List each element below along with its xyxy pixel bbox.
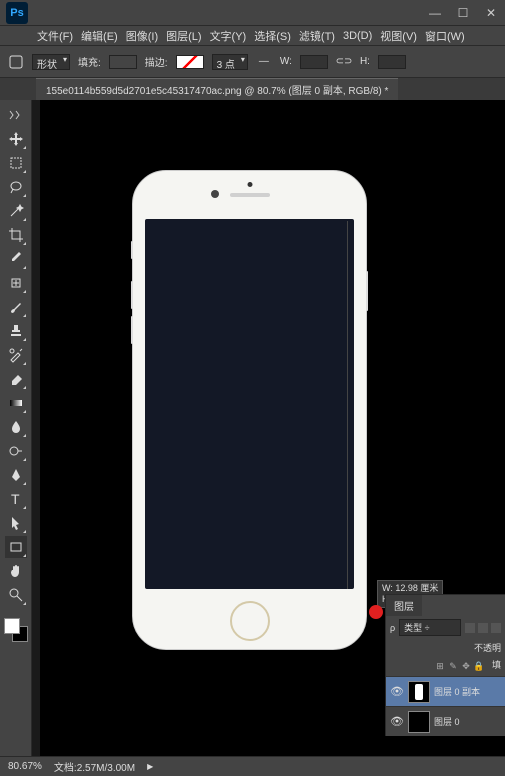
filter-pixel-icon[interactable]	[465, 623, 475, 633]
crop-tool[interactable]	[5, 224, 27, 246]
menu-3d[interactable]: 3D(D)	[340, 28, 375, 44]
phone-home-button	[230, 601, 270, 641]
layer-thumbnail[interactable]	[408, 711, 430, 733]
layer-name[interactable]: 图层 0	[434, 715, 505, 728]
phone-volume-up	[131, 281, 133, 309]
menu-view[interactable]: 视图(V)	[377, 26, 420, 46]
fill-label: 填	[492, 658, 501, 674]
tools-panel: T	[0, 100, 32, 756]
filter-text-icon[interactable]	[491, 623, 501, 633]
phone-volume-down	[131, 316, 133, 344]
stroke-swatch[interactable]	[176, 55, 204, 69]
layers-tab[interactable]: 图层	[386, 595, 422, 616]
window-controls: — ☐ ✕	[421, 4, 505, 22]
lock-all-icon[interactable]: 🔒	[474, 661, 484, 671]
marquee-tool[interactable]	[5, 152, 27, 174]
fill-label: 填充:	[78, 54, 101, 69]
healing-tool[interactable]	[5, 272, 27, 294]
path-selection-tool[interactable]	[5, 512, 27, 534]
height-label: H:	[360, 56, 370, 67]
zoom-level[interactable]: 80.67%	[8, 761, 42, 772]
shape-mode-select[interactable]: 形状	[32, 54, 70, 70]
lock-position-icon[interactable]: ✥	[461, 661, 471, 671]
menu-bar: 文件(F) 编辑(E) 图像(I) 图层(L) 文字(Y) 选择(S) 滤镜(T…	[0, 26, 505, 46]
lock-pixels-icon[interactable]: ✎	[448, 661, 458, 671]
canvas-area[interactable]: W: 12.98 厘米 H: 23.60 厘米 + 图层 ρ 类型 ÷ 不透明	[32, 100, 505, 756]
eraser-tool[interactable]	[5, 368, 27, 390]
phone-power-button	[366, 271, 368, 311]
filter-adjust-icon[interactable]	[478, 623, 488, 633]
blur-tool[interactable]	[5, 416, 27, 438]
height-input[interactable]	[378, 55, 406, 69]
fill-swatch[interactable]	[109, 55, 137, 69]
menu-type[interactable]: 文字(Y)	[207, 26, 250, 46]
layer-thumbnail[interactable]	[408, 681, 430, 703]
layer-row[interactable]: 👁 图层 0 副本	[386, 676, 505, 706]
phone-camera	[211, 190, 219, 198]
tool-preset-icon[interactable]	[8, 54, 24, 70]
zoom-tool[interactable]	[5, 584, 27, 606]
layer-kind-filter[interactable]: 类型 ÷	[399, 619, 461, 636]
foreground-color[interactable]	[4, 618, 20, 634]
phone-sensor	[247, 182, 252, 187]
touch-indicator	[369, 605, 383, 619]
color-swatches[interactable]	[4, 618, 28, 642]
brush-tool[interactable]	[5, 296, 27, 318]
type-tool[interactable]: T	[5, 488, 27, 510]
svg-text:T: T	[11, 491, 20, 507]
history-brush-tool[interactable]	[5, 344, 27, 366]
rectangle-tool[interactable]	[5, 536, 27, 558]
menu-file[interactable]: 文件(F)	[34, 26, 76, 46]
stroke-label: 描边:	[145, 54, 168, 69]
app-logo: Ps	[6, 2, 28, 24]
magic-wand-tool[interactable]	[5, 200, 27, 222]
status-bar: 80.67% 文档:2.57M/3.00M ▶	[0, 756, 505, 776]
options-bar: 形状 填充: 描边: 3 点 — W: ⊂⊃ H:	[0, 46, 505, 78]
stroke-type-icon[interactable]: —	[256, 54, 272, 70]
maximize-button[interactable]: ☐	[449, 4, 477, 22]
lock-transparent-icon[interactable]: ⊞	[435, 661, 445, 671]
width-label: W:	[280, 56, 292, 67]
measure-width: W: 12.98 厘米	[382, 583, 438, 594]
phone-mute-switch	[131, 241, 133, 259]
document-info[interactable]: 文档:2.57M/3.00M	[54, 759, 135, 774]
pen-tool[interactable]	[5, 464, 27, 486]
document-tab-bar: 155e0114b559d5d2701e5c45317470ac.png @ 8…	[0, 78, 505, 100]
layer-row[interactable]: 👁 图层 0	[386, 706, 505, 736]
menu-image[interactable]: 图像(I)	[123, 26, 161, 46]
title-bar: Ps — ☐ ✕	[0, 0, 505, 26]
phone-screen	[145, 219, 354, 589]
menu-window[interactable]: 窗口(W)	[422, 26, 468, 46]
document-tab[interactable]: 155e0114b559d5d2701e5c45317470ac.png @ 8…	[36, 78, 398, 100]
status-more-icon[interactable]: ▶	[147, 762, 153, 771]
layer-name[interactable]: 图层 0 副本	[434, 685, 505, 698]
minimize-button[interactable]: —	[421, 4, 449, 22]
layer-visibility-icon[interactable]: 👁	[386, 685, 408, 698]
link-wh-icon[interactable]: ⊂⊃	[336, 54, 352, 70]
menu-select[interactable]: 选择(S)	[251, 26, 294, 46]
width-input[interactable]	[300, 55, 328, 69]
hand-tool[interactable]	[5, 560, 27, 582]
menu-layer[interactable]: 图层(L)	[163, 26, 204, 46]
menu-filter[interactable]: 滤镜(T)	[296, 26, 338, 46]
move-tool[interactable]	[5, 128, 27, 150]
stroke-width-input[interactable]: 3 点	[212, 54, 248, 70]
guide-line	[347, 221, 348, 589]
iphone-mockup	[132, 170, 367, 650]
dodge-tool[interactable]	[5, 440, 27, 462]
collapse-button[interactable]	[5, 104, 27, 126]
layer-visibility-icon[interactable]: 👁	[386, 715, 408, 728]
layer-list: 👁 图层 0 副本 👁 图层 0	[386, 676, 505, 736]
close-button[interactable]: ✕	[477, 4, 505, 22]
lasso-tool[interactable]	[5, 176, 27, 198]
opacity-label: 不透明	[474, 641, 501, 654]
layers-panel: 图层 ρ 类型 ÷ 不透明 ⊞ ✎ ✥ 🔒 填	[385, 594, 505, 736]
main-area: T W: 12.98 厘米 H: 23.60 厘米 +	[0, 100, 505, 756]
menu-edit[interactable]: 编辑(E)	[78, 26, 121, 46]
stamp-tool[interactable]	[5, 320, 27, 342]
eyedropper-tool[interactable]	[5, 248, 27, 270]
phone-earpiece	[230, 193, 270, 197]
gradient-tool[interactable]	[5, 392, 27, 414]
